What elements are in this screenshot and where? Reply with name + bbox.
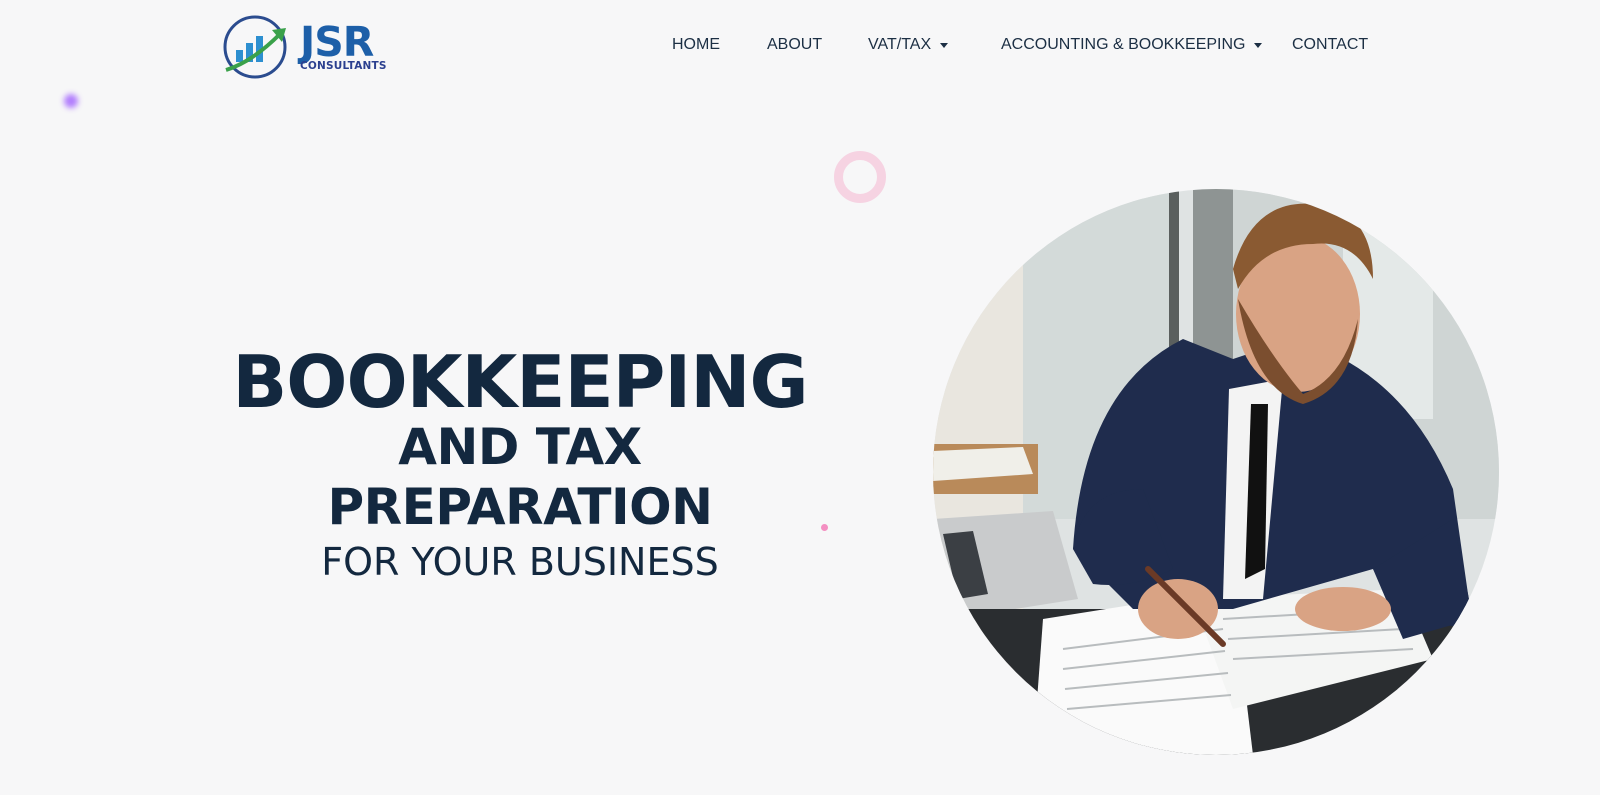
decorative-ring	[834, 151, 886, 203]
hero-tagline: FOR YOUR BUSINESS	[321, 540, 719, 584]
growth-chart-icon	[223, 15, 287, 79]
nav-item-label: CONTACT	[1292, 36, 1369, 53]
nav-item-label: VAT/TAX	[868, 36, 932, 53]
caret-down-icon	[940, 42, 949, 48]
logo-wordmark: JSR	[300, 18, 374, 67]
nav-item-home[interactable]: HOME	[672, 36, 720, 54]
hero-title: BOOKKEEPING	[232, 340, 808, 424]
site-logo[interactable]: JSR CONSULTANTS	[222, 12, 402, 82]
nav-item-about[interactable]: ABOUT	[767, 36, 822, 54]
nav-item-contact[interactable]: CONTACT	[1292, 36, 1368, 54]
logo-tagline: CONSULTANTS	[300, 60, 387, 73]
nav-item-label: ABOUT	[767, 36, 823, 53]
hero-photo	[933, 189, 1499, 755]
accountant-illustration	[933, 189, 1499, 755]
hero-subtitle-line: AND TAX	[398, 418, 642, 476]
decorative-dot	[64, 94, 78, 108]
caret-down-icon	[1254, 42, 1263, 48]
hero-headline: BOOKKEEPING AND TAX PREPARATION FOR YOUR…	[210, 345, 830, 585]
nav-item-label: ACCOUNTING & BOOKKEEPING	[1001, 36, 1246, 53]
nav-item-label: HOME	[672, 36, 720, 53]
nav-item-vat-tax[interactable]: VAT/TAX	[868, 36, 949, 54]
hero-subtitle-line: PREPARATION	[327, 478, 713, 536]
nav-item-accounting-bookkeeping[interactable]: ACCOUNTING & BOOKKEEPING	[1001, 36, 1263, 54]
